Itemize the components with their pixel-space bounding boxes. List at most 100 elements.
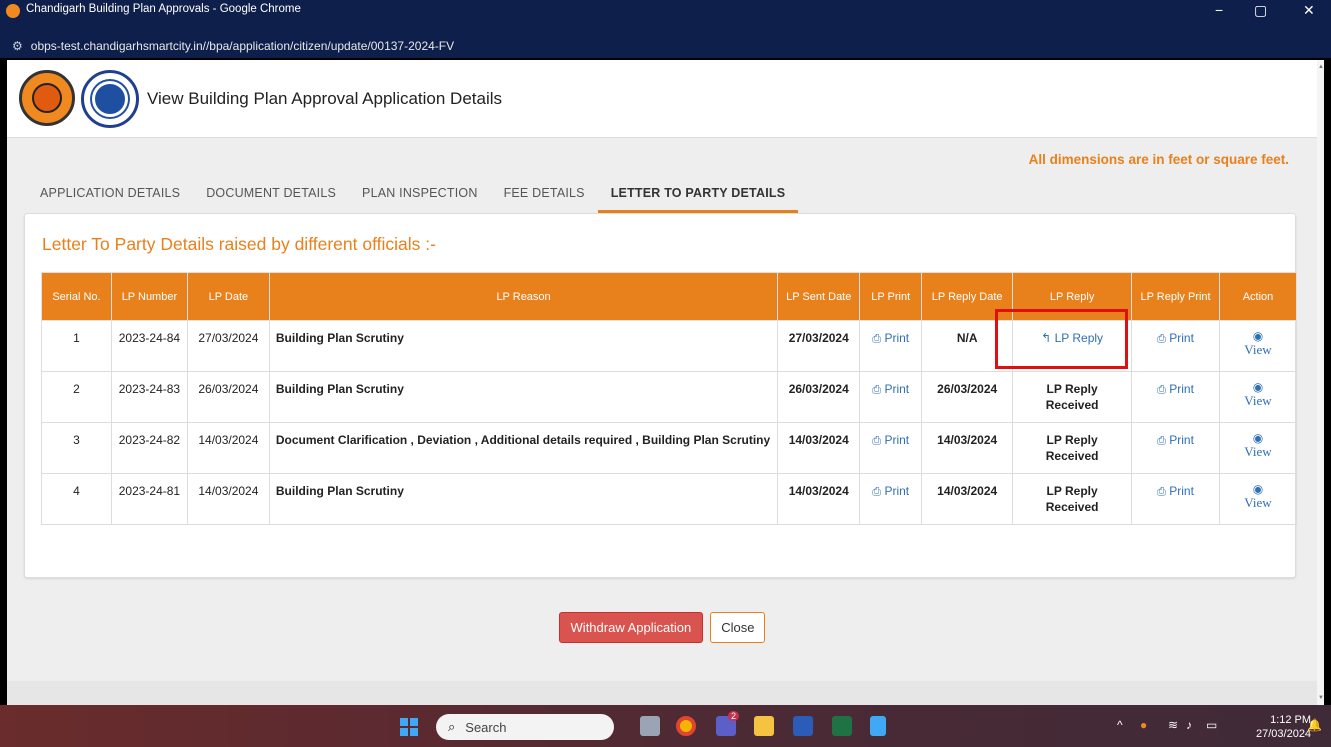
view-label: View: [1244, 342, 1272, 357]
page-footer: [7, 681, 1317, 705]
printer-icon: ⎙: [1157, 384, 1166, 396]
page-scrollbar[interactable]: ▲ ▼: [1317, 60, 1324, 705]
cell-sent-date: 14/03/2024: [777, 473, 861, 525]
page-title: View Building Plan Approval Application …: [147, 89, 503, 108]
cell-action: ◉ View: [1219, 320, 1297, 372]
windows-start-icon[interactable]: [400, 718, 418, 736]
clock-date: 27/03/2024: [1256, 728, 1312, 740]
excel-icon[interactable]: [832, 716, 852, 736]
lp-reply-link[interactable]: ↰ LP Reply: [1041, 331, 1103, 345]
cell-reply-print: ⎙ Print: [1131, 473, 1220, 525]
windows-taskbar: ⌕ Search 2 ^ ● ≋ ♪ ▭ 1:12 PM 27/03/2024 …: [0, 705, 1331, 747]
taskbar-clock[interactable]: 1:12 PM 27/03/2024: [1256, 713, 1311, 741]
print-label: Print: [1169, 382, 1194, 396]
scroll-down-icon[interactable]: ▼: [1318, 695, 1324, 701]
taskbar-search-box[interactable]: ⌕ Search: [436, 714, 614, 740]
close-window-button[interactable]: ✕: [1303, 2, 1315, 19]
table-row: 1 2023-24-84 27/03/2024 Building Plan Sc…: [41, 320, 1297, 372]
cell-lp-reply-status: LP Reply Received: [1012, 422, 1133, 474]
scroll-up-icon[interactable]: ▲: [1318, 64, 1324, 70]
cell-serial: 2: [41, 371, 112, 423]
close-button[interactable]: Close: [710, 612, 766, 643]
battery-icon[interactable]: ▭: [1206, 718, 1217, 732]
cell-lp-reason: Building Plan Scrutiny: [268, 473, 779, 525]
cell-sent-date: 26/03/2024: [777, 371, 861, 423]
lp-print-link[interactable]: ⎙ Print: [872, 331, 909, 345]
restore-button[interactable]: ▢: [1254, 2, 1267, 19]
cell-lp-date: 27/03/2024: [186, 320, 270, 372]
withdraw-application-button[interactable]: Withdraw Application: [558, 612, 704, 643]
reply-print-link[interactable]: ⎙ Print: [1157, 331, 1194, 345]
view-link[interactable]: ◉ View: [1226, 432, 1290, 459]
page-content: View Building Plan Approval Application …: [7, 60, 1324, 705]
window-title: Chandigarh Building Plan Approvals - Goo…: [26, 3, 301, 15]
table-header-row: Serial No. LP Number LP Date LP Reason L…: [41, 272, 1297, 321]
view-link[interactable]: ◉ View: [1226, 483, 1290, 510]
lp-print-link[interactable]: ⎙ Print: [872, 382, 909, 396]
chandigarh-administration-logo: [19, 70, 75, 126]
tab-bar: APPLICATION DETAILS DOCUMENT DETAILS PLA…: [27, 178, 799, 213]
reply-print-link[interactable]: ⎙ Print: [1157, 433, 1194, 447]
tray-chevron-icon[interactable]: ^: [1117, 718, 1123, 732]
print-label: Print: [884, 382, 910, 396]
header-lp-reply-print: LP Reply Print: [1131, 272, 1220, 321]
lp-print-link[interactable]: ⎙ Print: [872, 484, 909, 498]
eye-icon: ◉: [1252, 329, 1264, 343]
table-row: 2 2023-24-83 26/03/2024 Building Plan Sc…: [41, 371, 1297, 423]
print-label: Print: [1169, 331, 1194, 345]
tab-application-details[interactable]: APPLICATION DETAILS: [27, 178, 193, 213]
reply-arrow-icon: ↰: [1041, 331, 1052, 345]
view-link[interactable]: ◉ View: [1226, 330, 1290, 357]
url-text[interactable]: obps-test.chandigarhsmartcity.in//bpa/ap…: [31, 39, 454, 53]
view-label: View: [1244, 444, 1272, 459]
print-label: Print: [1169, 433, 1194, 447]
cell-lp-print: ⎙ Print: [859, 320, 923, 372]
notification-bell-icon[interactable]: 🔔: [1307, 718, 1322, 732]
cell-lp-print: ⎙ Print: [859, 422, 923, 474]
lp-print-link[interactable]: ⎙ Print: [872, 433, 909, 447]
header-lp-reply-date: LP Reply Date: [921, 272, 1014, 321]
view-link[interactable]: ◉ View: [1226, 381, 1290, 408]
lp-reply-label: LP Reply: [1054, 331, 1104, 345]
lp-table: Serial No. LP Number LP Date LP Reason L…: [41, 272, 1297, 525]
cell-reply-print: ⎙ Print: [1131, 371, 1220, 423]
header-serial: Serial No.: [41, 272, 112, 321]
cell-serial: 3: [41, 422, 112, 474]
cell-lp-reason: Building Plan Scrutiny: [268, 320, 779, 372]
wifi-icon[interactable]: ≋: [1168, 718, 1178, 732]
file-explorer-icon[interactable]: [754, 716, 774, 736]
task-view-icon[interactable]: [640, 716, 660, 736]
cell-reply-date: 14/03/2024: [921, 473, 1014, 525]
minimize-button[interactable]: −: [1215, 2, 1223, 18]
clock-time: 1:12 PM: [1270, 714, 1312, 726]
volume-icon[interactable]: ♪: [1186, 718, 1192, 732]
notepad-icon[interactable]: [870, 716, 886, 736]
teams-icon[interactable]: 2: [716, 711, 740, 736]
cell-lp-number: 2023-24-82: [110, 422, 188, 474]
cell-lp-date: 14/03/2024: [186, 473, 270, 525]
reply-print-link[interactable]: ⎙ Print: [1157, 484, 1194, 498]
address-bar[interactable]: ⚙ obps-test.chandigarhsmartcity.in//bpa/…: [0, 33, 1331, 58]
eye-icon: ◉: [1252, 380, 1264, 394]
cell-action: ◉ View: [1219, 422, 1297, 474]
header-lp-reason: LP Reason: [268, 272, 779, 321]
chrome-icon[interactable]: [676, 716, 696, 736]
cell-lp-reason: Document Clarification , Deviation , Add…: [268, 422, 779, 474]
view-label: View: [1244, 495, 1272, 510]
tray-app-icon[interactable]: ●: [1140, 718, 1147, 732]
tab-document-details[interactable]: DOCUMENT DETAILS: [193, 178, 349, 213]
cell-reply-print: ⎙ Print: [1131, 422, 1220, 474]
tab-plan-inspection[interactable]: PLAN INSPECTION: [349, 178, 491, 213]
cell-lp-number: 2023-24-83: [110, 371, 188, 423]
tab-fee-details[interactable]: FEE DETAILS: [491, 178, 598, 213]
site-settings-icon[interactable]: ⚙: [12, 39, 23, 53]
reply-print-link[interactable]: ⎙ Print: [1157, 382, 1194, 396]
eye-icon: ◉: [1252, 482, 1264, 496]
cell-lp-reply-status: LP Reply Received: [1012, 371, 1133, 423]
printer-icon: ⎙: [1157, 333, 1166, 345]
cell-action: ◉ View: [1219, 371, 1297, 423]
search-icon: ⌕: [448, 719, 456, 734]
tab-letter-to-party-details[interactable]: LETTER TO PARTY DETAILS: [597, 178, 799, 213]
print-label: Print: [884, 433, 910, 447]
word-icon[interactable]: [793, 716, 813, 736]
